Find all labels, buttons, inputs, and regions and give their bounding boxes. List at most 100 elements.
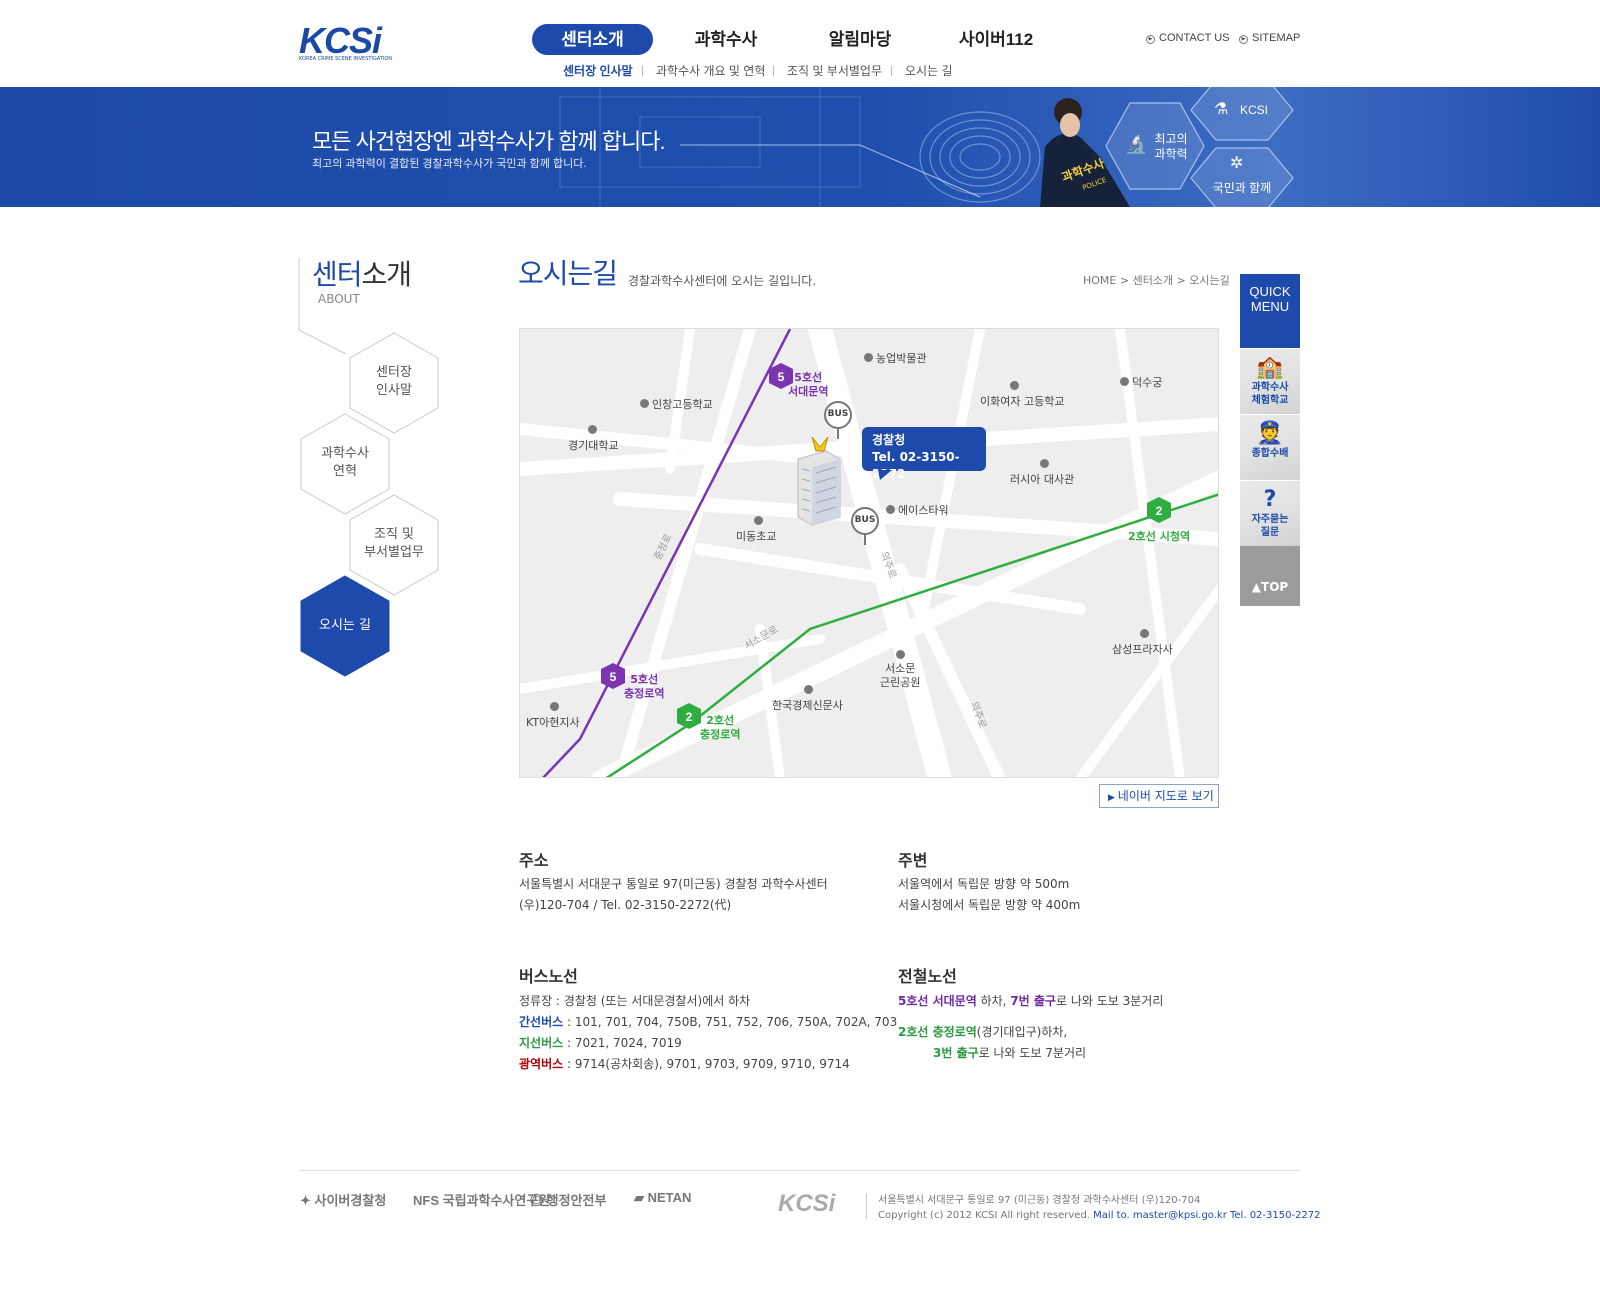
subway-text: 5호선 서대문역 하차, 7번 출구로 나와 도보 3분거리 2호선 충정로역(…	[898, 991, 1163, 1064]
svg-text:5: 5	[778, 370, 785, 384]
snb-divider	[773, 66, 774, 76]
hex-people-label: 국민과 함께	[1212, 181, 1272, 195]
sitemap-link[interactable]: ▶ SITEMAP	[1239, 32, 1300, 44]
page-title: 오시는길	[518, 258, 618, 289]
lnb-item-label: 과학수사 연혁	[321, 446, 369, 479]
lnb-item-label: 센터장 인사말	[376, 365, 412, 398]
contact-us-link[interactable]: ▶ CONTACT US	[1146, 32, 1230, 44]
footer-logo-netan[interactable]: ▰ NETAN	[634, 1190, 691, 1206]
hex-kcsi-label: KCSI	[1240, 103, 1269, 117]
footer-logo-mopas[interactable]: ◎ 행정안전부	[530, 1190, 606, 1209]
station-marker: 2	[676, 702, 702, 734]
quick-menu: QUICK MENU 🏫 과학수사 체험학교 👮 종합수배 ? 자주묻는 질문 …	[1240, 274, 1300, 606]
place-marker: 한국경제신문사	[772, 685, 843, 713]
police-officer-icon: 👮	[1256, 421, 1284, 446]
footer-divider	[299, 1170, 1300, 1171]
bus-stop-pin: BUS	[850, 507, 880, 547]
address-heading: 주소	[519, 853, 549, 870]
snb-greeting[interactable]: 센터장 인사말	[563, 62, 633, 79]
gnb-notice[interactable]: 알림마당	[815, 24, 905, 55]
place-marker: 이화여자 고등학교	[980, 381, 1064, 409]
svg-text:2: 2	[1156, 504, 1163, 518]
quick-item-label: 종합수배	[1251, 448, 1289, 459]
gnb-cyber112[interactable]: 사이버112	[944, 24, 1048, 55]
snb-divider	[891, 66, 892, 76]
address-text: 서울특별시 서대문구 통일로 97(미근동) 경찰청 과학수사센터 (우)120…	[519, 874, 828, 916]
snb-history[interactable]: 과학수사 개요 및 연혁	[656, 62, 765, 79]
arrow-circle-icon: ▶	[1239, 35, 1248, 44]
location-map[interactable]: 농업박물관 덕수궁 인창고등학교 이화여자 고등학교 경기대학교 러시아 대사관…	[519, 328, 1219, 778]
nearby-line: 서울시청에서 독립문 방향 약 400m	[898, 898, 1081, 912]
place-marker: 경기대학교	[568, 425, 619, 453]
hex-kcsi: ⚗ KCSI	[1190, 87, 1294, 141]
snb-organization[interactable]: 조직 및 부서별업무	[787, 62, 882, 79]
contact-us-label: CONTACT US	[1159, 32, 1230, 44]
school-icon: 🏫	[1256, 355, 1284, 380]
lnb-item-label: 오시는 길	[319, 618, 371, 633]
banner-headline: 모든 사건현장엔 과학수사가 함께 합니다.	[312, 129, 666, 154]
eagle-icon: ✦	[300, 1193, 315, 1208]
bus-wide-line: 광역버스 : 9714(공차회송), 9701, 9703, 9709, 971…	[519, 1057, 850, 1071]
hq-popup: 경찰청 Tel. 02-3150-2272	[862, 427, 986, 481]
subway-heading: 전철노선	[898, 969, 957, 986]
page-subtitle: 경찰과학수사센터에 오시는 길입니다.	[628, 274, 817, 288]
address-line: (우)120-704 / Tel. 02-3150-2272(代)	[519, 898, 732, 912]
hex-science-label: 최고의 과학력	[1154, 132, 1188, 161]
bus-stop-line: 정류장 : 경찰청 (또는 서대문경찰서)에서 하차	[519, 994, 751, 1008]
station-label: 5호선 서대문역	[788, 371, 829, 398]
arrow-circle-icon: ▶	[1146, 35, 1155, 44]
quick-item-wanted[interactable]: 👮 종합수배	[1240, 414, 1300, 480]
place-marker: 미동초교	[736, 516, 776, 544]
footer-logo-cyberpolice[interactable]: ✦ 사이버경찰청	[300, 1190, 386, 1209]
place-marker: 삼성프라자사	[1112, 629, 1173, 657]
place-marker: 인창고등학교	[640, 396, 713, 412]
flask-icon: ⚗	[1214, 99, 1229, 118]
play-icon: ▶	[1108, 793, 1118, 803]
station-label: 2호선 충정로역	[700, 714, 741, 741]
footer-separator	[866, 1193, 867, 1219]
footer-copyright: Copyright (c) 2012 KCSI All right reserv…	[878, 1210, 1321, 1221]
snb-directions[interactable]: 오시는 길	[905, 62, 953, 79]
subway-line2: 2호선 충정로역(경기대입구)하차,	[898, 1025, 1068, 1039]
station-marker: 2	[1146, 496, 1172, 528]
place-marker: 러시아 대사관	[1010, 459, 1074, 487]
question-circle-icon: ?	[1263, 487, 1277, 512]
popup-name: 경찰청	[872, 433, 906, 447]
lnb-item-label: 조직 및 부서별업무	[364, 527, 424, 560]
place-marker: 서소문 근린공원	[880, 650, 920, 690]
nearby-heading: 주변	[898, 853, 928, 870]
naver-map-button-label: 네이버 지도로 보기	[1117, 789, 1214, 803]
quick-item-label: 과학수사 체험학교	[1251, 382, 1289, 406]
station-marker: 5	[600, 662, 626, 694]
kcsi-logo[interactable]: KCSi KOREA CRIME SCENE INVESTIGATION	[299, 20, 409, 63]
quick-item-experience-school[interactable]: 🏫 과학수사 체험학교	[1240, 348, 1300, 414]
bus-text: 정류장 : 경찰청 (또는 서대문경찰서)에서 하차 간선버스 : 101, 7…	[519, 991, 897, 1075]
station-label: 2호선 시청역	[1128, 530, 1191, 543]
logo-mark: KCSi	[299, 20, 382, 61]
bus-trunk-line: 간선버스 : 101, 701, 704, 750B, 751, 752, 70…	[519, 1015, 898, 1029]
banner-background	[0, 87, 1600, 207]
gnb-forensics[interactable]: 과학수사	[681, 24, 771, 55]
gnb-about[interactable]: 센터소개	[532, 24, 653, 55]
emblem-icon: ◎	[530, 1193, 547, 1208]
footer-kcsi-logo: KCSi	[778, 1190, 836, 1217]
footer-info: 서울특별시 서대문구 통일로 97 (미근동) 경찰청 과학수사센터 (우)12…	[878, 1193, 1321, 1223]
hero-banner: 모든 사건현장엔 과학수사가 함께 합니다. 최고의 과학력이 결합된 경찰과학…	[0, 87, 1600, 207]
place-marker: 에이스타워	[886, 502, 949, 518]
naver-map-button[interactable]: ▶ 네이버 지도로 보기	[1099, 784, 1219, 808]
station-label: 5호선 충정로역	[624, 673, 665, 700]
place-marker: 덕수궁	[1120, 374, 1162, 390]
svg-text:5: 5	[610, 670, 617, 684]
quick-item-faq[interactable]: ? 자주묻는 질문	[1240, 480, 1300, 546]
subway-line2-exit: 3번 출구로 나와 도보 7분거리	[933, 1046, 1087, 1060]
nearby-text: 서울역에서 독립문 방향 약 500m 서울시청에서 독립문 방향 약 400m	[898, 874, 1080, 916]
nearby-line: 서울역에서 독립문 방향 약 500m	[898, 877, 1070, 891]
popup-pointer	[878, 470, 892, 480]
lnb-item-directions[interactable]: 오시는 길	[299, 575, 391, 677]
footer-address: 서울특별시 서대문구 통일로 97 (미근동) 경찰청 과학수사센터 (우)12…	[878, 1195, 1201, 1206]
bus-branch-line: 지선버스 : 7021, 7024, 7019	[519, 1036, 682, 1050]
back-to-top-button[interactable]: ▲TOP	[1240, 546, 1300, 606]
netan-icon: ▰	[634, 1190, 648, 1205]
banner-subline: 최고의 과학력이 결합된 경찰과학수사가 국민과 함께 합니다.	[312, 158, 587, 170]
quick-menu-title: QUICK MENU	[1240, 274, 1300, 348]
